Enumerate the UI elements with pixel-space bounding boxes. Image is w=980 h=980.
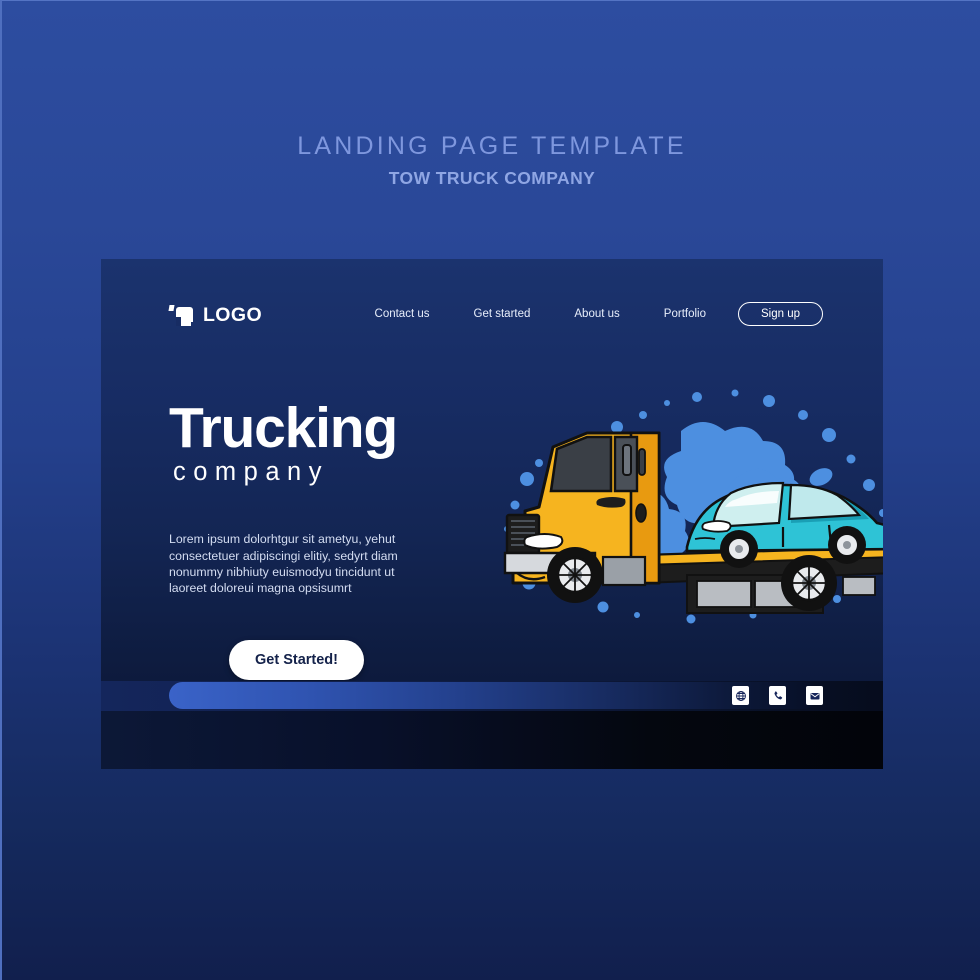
hero-heading-primary: Trucking bbox=[169, 396, 398, 460]
logo-text: LOGO bbox=[203, 304, 263, 326]
get-started-button[interactable]: Get Started! bbox=[229, 639, 364, 680]
nav-link-contact-us[interactable]: Contact us bbox=[353, 301, 452, 327]
email-icon[interactable] bbox=[806, 686, 823, 705]
page-subtitle: TOW TRUCK COMPANY bbox=[388, 167, 596, 188]
globe-icon[interactable] bbox=[732, 686, 749, 705]
navbar: LOGO Contact us Get started About us Por… bbox=[101, 301, 883, 335]
sign-up-button[interactable]: Sign up bbox=[737, 302, 823, 326]
nav-link-about-us[interactable]: About us bbox=[552, 301, 641, 327]
logo[interactable]: LOGO bbox=[168, 304, 263, 327]
nav-link-get-started[interactable]: Get started bbox=[452, 301, 553, 327]
tow-truck-illustration bbox=[491, 387, 883, 637]
hero-content: Trucking company Lorem ipsum dolorhtgur … bbox=[169, 396, 479, 680]
phone-icon[interactable] bbox=[769, 686, 786, 705]
page-root: LANDING PAGE TEMPLATE TOW TRUCK COMPANY … bbox=[0, 0, 980, 980]
footer-icons bbox=[732, 686, 823, 705]
progress-bar[interactable] bbox=[169, 682, 817, 709]
landing-page-mockup-card: LOGO Contact us Get started About us Por… bbox=[101, 259, 883, 769]
nav-link-portfolio[interactable]: Portfolio bbox=[642, 301, 728, 327]
hero-heading-secondary: company bbox=[173, 457, 329, 486]
logo-mark-icon bbox=[168, 304, 195, 327]
hero-paragraph: Lorem ipsum dolorhtgur sit ametyu, yehut… bbox=[169, 532, 398, 596]
page-title: LANDING PAGE TEMPLATE bbox=[297, 132, 687, 160]
page-header: LANDING PAGE TEMPLATE TOW TRUCK COMPANY bbox=[2, 132, 980, 189]
nav-links: Contact us Get started About us Portfoli… bbox=[353, 301, 823, 327]
